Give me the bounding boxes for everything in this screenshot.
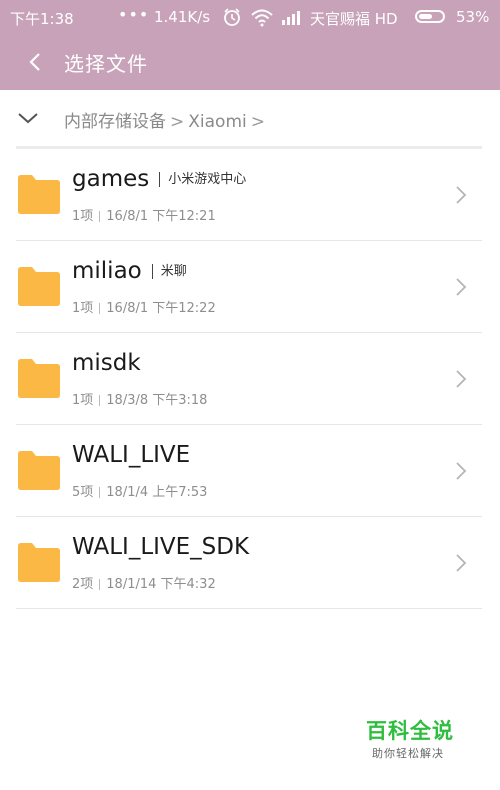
folder-icon (18, 543, 60, 582)
file-name: miliao 米聊 (72, 258, 187, 284)
status-dots: ••• (118, 5, 150, 24)
breadcrumb-separator: > (250, 112, 265, 132)
list-item[interactable]: miliao 米聊 1项 16/8/1 下午12:22 (16, 240, 482, 333)
wifi-icon (251, 9, 273, 27)
file-meta: 1项 18/3/8 下午3:18 (72, 393, 208, 408)
breadcrumb-path: 内部存储设备 > Xiaomi > (64, 107, 269, 132)
breadcrumb: 内部存储设备 > Xiaomi > (0, 90, 500, 146)
network-speed: 1.41K/s (154, 8, 211, 26)
file-name: WALI_LIVE_SDK (72, 534, 250, 560)
status-time: 下午1:38 (10, 10, 74, 28)
chevron-right-icon (456, 370, 467, 388)
file-name: games 小米游戏中心 (72, 166, 247, 192)
carrier-name: 天官赐福 HD (310, 10, 398, 28)
chevron-left-icon[interactable] (24, 50, 48, 74)
breadcrumb-item-storage[interactable]: 内部存储设备 (64, 112, 166, 132)
chevron-right-icon (456, 462, 467, 480)
folder-icon (18, 175, 60, 214)
watermark-title: 百科全说 (366, 719, 454, 743)
watermark-subtitle: 助你轻松解决 (372, 747, 444, 760)
file-alias: 小米游戏中心 (159, 172, 247, 187)
breadcrumb-item-xiaomi[interactable]: Xiaomi (188, 112, 246, 132)
list-item[interactable]: WALI_LIVE_SDK 2项 18/1/14 下午4:32 (16, 516, 482, 609)
file-meta: 1项 16/8/1 下午12:21 (72, 209, 216, 224)
chevron-right-icon (456, 554, 467, 572)
alarm-icon (224, 8, 240, 26)
chevron-right-icon (456, 278, 467, 296)
file-meta: 5项 18/1/4 上午7:53 (72, 485, 208, 500)
file-name: misdk (72, 350, 141, 376)
file-name: WALI_LIVE (72, 442, 191, 468)
file-alias: 米聊 (151, 264, 187, 279)
status-bar: 下午1:38 ••• 1.41K/s 天官赐福 HD 53% (0, 0, 500, 34)
list-item[interactable]: games 小米游戏中心 1项 16/8/1 下午12:21 (16, 148, 482, 241)
signal-icon (282, 11, 300, 25)
folder-icon (18, 359, 60, 398)
folder-icon (18, 267, 60, 306)
chevron-right-icon (456, 186, 467, 204)
list-item[interactable]: WALI_LIVE 5项 18/1/4 上午7:53 (16, 424, 482, 517)
breadcrumb-separator: > (170, 112, 185, 132)
folder-icon (18, 451, 60, 490)
list-item[interactable]: misdk 1项 18/3/8 下午3:18 (16, 332, 482, 425)
title-bar: 选择文件 (0, 34, 500, 90)
chevron-down-icon[interactable] (16, 108, 40, 128)
file-meta: 2项 18/1/14 下午4:32 (72, 577, 216, 592)
page-title: 选择文件 (64, 52, 148, 76)
file-meta: 1项 16/8/1 下午12:22 (72, 301, 216, 316)
battery-icon (415, 10, 445, 23)
battery-percent: 53% (456, 8, 490, 26)
